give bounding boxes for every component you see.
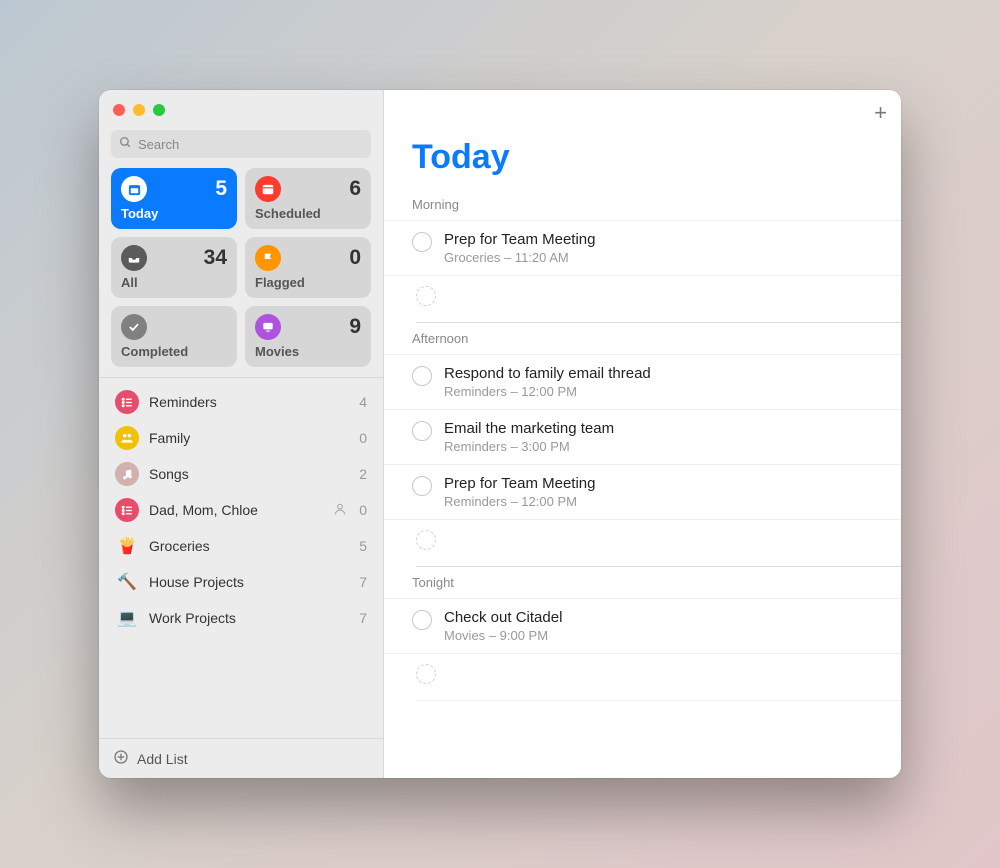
- list-item[interactable]: Dad, Mom, Chloe 0: [99, 492, 383, 528]
- card-count: 6: [349, 177, 361, 201]
- card-label: Completed: [121, 344, 227, 359]
- task-title: Respond to family email thread: [444, 365, 881, 382]
- task-row[interactable]: Email the marketing team Reminders – 3:0…: [384, 410, 901, 465]
- add-list-button[interactable]: Add List: [99, 738, 383, 778]
- laptop-icon: 💻: [115, 606, 139, 630]
- card-count: 0: [349, 246, 361, 270]
- card-count: 34: [204, 246, 227, 270]
- list-item[interactable]: Songs 2: [99, 456, 383, 492]
- card-label: Movies: [255, 344, 361, 359]
- task-row[interactable]: Prep for Team Meeting Groceries – 11:20 …: [384, 221, 901, 276]
- list-name: House Projects: [149, 574, 349, 590]
- list-item[interactable]: Reminders 4: [99, 384, 383, 420]
- close-window-button[interactable]: [113, 104, 125, 116]
- task-subtitle: Reminders – 3:00 PM: [444, 439, 881, 454]
- task-title: Prep for Team Meeting: [444, 475, 881, 492]
- card-movies[interactable]: 9 Movies: [245, 306, 371, 367]
- add-task-placeholder[interactable]: [416, 530, 436, 550]
- card-flagged[interactable]: 0 Flagged: [245, 237, 371, 298]
- fullscreen-window-button[interactable]: [153, 104, 165, 116]
- task-subtitle: Reminders – 12:00 PM: [444, 494, 881, 509]
- task-checkbox[interactable]: [412, 366, 432, 386]
- minimize-window-button[interactable]: [133, 104, 145, 116]
- card-count: 5: [215, 177, 227, 201]
- list-count: 0: [359, 430, 367, 446]
- task-checkbox[interactable]: [412, 232, 432, 252]
- card-label: Today: [121, 206, 227, 221]
- people-icon: [115, 426, 139, 450]
- search-input[interactable]: Search: [111, 130, 371, 158]
- card-completed[interactable]: Completed: [111, 306, 237, 367]
- task-title: Email the marketing team: [444, 420, 881, 437]
- list-count: 7: [359, 610, 367, 626]
- list-count: 2: [359, 466, 367, 482]
- window-controls: [99, 90, 383, 126]
- fries-icon: 🍟: [115, 534, 139, 558]
- sidebar: Search 5 Today 6: [99, 90, 384, 778]
- calendar-icon: [255, 176, 281, 202]
- task-row[interactable]: Respond to family email thread Reminders…: [384, 355, 901, 410]
- check-icon: [121, 314, 147, 340]
- task-checkbox[interactable]: [412, 421, 432, 441]
- list-name: Family: [149, 430, 349, 446]
- list-name: Songs: [149, 466, 349, 482]
- card-today[interactable]: 5 Today: [111, 168, 237, 229]
- tray-icon: [121, 245, 147, 271]
- list-name: Groceries: [149, 538, 349, 554]
- card-all[interactable]: 34 All: [111, 237, 237, 298]
- list-name: Reminders: [149, 394, 349, 410]
- list-icon: [115, 390, 139, 414]
- flag-icon: [255, 245, 281, 271]
- shared-icon: [333, 502, 347, 519]
- task-row[interactable]: Check out Citadel Movies – 9:00 PM: [384, 599, 901, 654]
- list-count: 0: [359, 502, 367, 518]
- list-item[interactable]: 💻 Work Projects 7: [99, 600, 383, 636]
- list-name: Dad, Mom, Chloe: [149, 502, 323, 518]
- list-item[interactable]: Family 0: [99, 420, 383, 456]
- task-subtitle: Movies – 9:00 PM: [444, 628, 881, 643]
- main-panel: + Today Morning Prep for Team Meeting Gr…: [384, 90, 901, 778]
- list-count: 5: [359, 538, 367, 554]
- add-reminder-button[interactable]: +: [874, 100, 887, 126]
- task-row[interactable]: Prep for Team Meeting Reminders – 12:00 …: [384, 465, 901, 520]
- task-title: Prep for Team Meeting: [444, 231, 881, 248]
- add-task-placeholder[interactable]: [416, 286, 436, 306]
- page-title: Today: [384, 90, 901, 189]
- task-sections: Morning Prep for Team Meeting Groceries …: [384, 189, 901, 778]
- list-icon: [115, 498, 139, 522]
- card-label: All: [121, 275, 227, 290]
- list-item[interactable]: 🍟 Groceries 5: [99, 528, 383, 564]
- task-subtitle: Reminders – 12:00 PM: [444, 384, 881, 399]
- list-count: 7: [359, 574, 367, 590]
- section-header: Afternoon: [384, 323, 901, 355]
- search-icon: [119, 136, 132, 152]
- task-checkbox[interactable]: [412, 476, 432, 496]
- card-count: 9: [349, 315, 361, 339]
- task-subtitle: Groceries – 11:20 AM: [444, 250, 881, 265]
- search-placeholder: Search: [138, 137, 179, 152]
- display-icon: [255, 314, 281, 340]
- card-scheduled[interactable]: 6 Scheduled: [245, 168, 371, 229]
- list-item[interactable]: 🔨 House Projects 7: [99, 564, 383, 600]
- card-label: Flagged: [255, 275, 361, 290]
- task-title: Check out Citadel: [444, 609, 881, 626]
- add-list-label: Add List: [137, 751, 188, 767]
- section-header: Tonight: [384, 567, 901, 599]
- user-lists: Reminders 4 Family 0 Songs 2: [99, 377, 383, 738]
- hammer-icon: 🔨: [115, 570, 139, 594]
- smart-list-cards: 5 Today 6 Scheduled: [99, 168, 383, 377]
- music-icon: [115, 462, 139, 486]
- card-label: Scheduled: [255, 206, 361, 221]
- plus-circle-icon: [113, 749, 129, 768]
- calendar-today-icon: [121, 176, 147, 202]
- list-count: 4: [359, 394, 367, 410]
- app-window: Search 5 Today 6: [99, 90, 901, 778]
- section-header: Morning: [384, 189, 901, 221]
- list-name: Work Projects: [149, 610, 349, 626]
- task-checkbox[interactable]: [412, 610, 432, 630]
- add-task-placeholder[interactable]: [416, 664, 436, 684]
